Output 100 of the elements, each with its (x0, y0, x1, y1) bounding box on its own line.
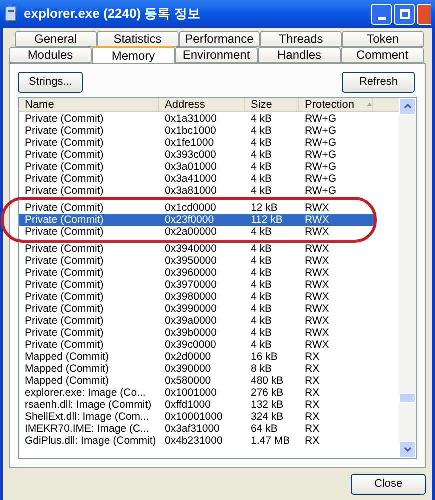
table-cell-text: RX (304, 423, 321, 435)
table-row[interactable]: Private (Commit) 0x39b0000 4 kB RWX (19, 327, 399, 339)
table-cell-text: 0x1fe1000 (164, 137, 216, 149)
table-row[interactable]: Mapped (Commit) 0x2d0000 16 kB RX (19, 351, 399, 363)
table-row[interactable]: Private (Commit) 0x39a0000 4 kB RWX (19, 315, 399, 327)
table-row[interactable]: Private (Commit) 0x3960000 4 kB RWX (19, 267, 399, 279)
table-cell-text: 0x39c0000 (164, 339, 218, 351)
table-row[interactable]: Private (Commit) 0x23f0000 112 kB RWX (19, 214, 374, 226)
tab[interactable]: Modules (9, 47, 92, 63)
table-row[interactable]: Private (Commit) 0x3940000 4 kB RWX (19, 243, 399, 255)
table-cell-text: RX (304, 375, 321, 387)
tab[interactable]: Performance (178, 31, 260, 47)
tab[interactable]: Memory (92, 46, 175, 63)
close-dialog-button[interactable]: Close (351, 474, 426, 495)
scroll-thumb[interactable] (399, 393, 416, 403)
table-row[interactable]: rsaenh.dll: Image (Commit) 0xffd1000 132 kB RX (19, 399, 399, 411)
table-cell-text: 0x3990000 (164, 303, 218, 315)
table-cell-text: Mapped (Commit) (24, 363, 110, 375)
table-cell-text: 0x390000 (164, 363, 212, 375)
table-cell-text: rsaenh.dll: Image (Commit) (24, 399, 153, 411)
table-row[interactable]: IMEKR70.IME: Image (C... 0x3af31000 64 kB RX (19, 423, 399, 435)
table-cell-text: 4 kB (250, 267, 274, 279)
table-cell-text: RW+G (304, 125, 338, 137)
table-cell-text: 4 kB (250, 279, 274, 291)
tab[interactable]: Token (342, 31, 424, 47)
table-cell-text: Private (Commit) (24, 327, 105, 339)
table-cell-text: 0x3940000 (164, 243, 218, 255)
table-cell-text: 324 kB (250, 411, 285, 423)
table-cell-text: Mapped (Commit) (24, 375, 110, 387)
table-row[interactable]: Private (Commit) 0x3a41000 4 kB RW+G (19, 173, 399, 185)
table-cell-text: 4 kB (250, 125, 274, 137)
table-cell-text: RWX (304, 267, 330, 279)
window-title: explorer.exe (2240) 등록 정보 (24, 5, 200, 24)
scroll-up-icon[interactable] (399, 98, 416, 115)
table-cell-text: 64 kB (250, 423, 279, 435)
table-cell-text: 0x39b0000 (164, 327, 218, 339)
table-row[interactable]: Private (Commit) 0x1cd0000 12 kB RWX (19, 202, 374, 214)
table-row[interactable]: Private (Commit) 0x1fe1000 4 kB RW+G (19, 137, 399, 149)
table-cell-text: RW+G (304, 161, 338, 173)
table-cell-text: 0x2d0000 (164, 351, 212, 363)
scrollbar[interactable] (399, 98, 416, 458)
table-row[interactable]: Private (Commit) 0x3990000 4 kB RWX (19, 303, 399, 315)
table-cell-text: RWX (304, 226, 330, 238)
table-row[interactable]: Private (Commit) 0x3950000 4 kB RWX (19, 255, 399, 267)
refresh-button[interactable]: Refresh (342, 72, 415, 93)
tab[interactable]: Handles (258, 47, 341, 63)
table-cell-text: RX (304, 351, 321, 363)
table-cell-text: RWX (304, 339, 330, 351)
table-row[interactable]: GdiPlus.dll: Image (Commit) 0x4b231000 1.47 MB RX (19, 435, 399, 447)
table-cell-text: 0x3af31000 (164, 423, 221, 435)
table-cell-text: RX (304, 387, 321, 399)
column-header[interactable]: Address (159, 98, 245, 111)
table-cell-text: 12 kB (250, 202, 279, 214)
table-cell-text: RWX (304, 255, 330, 267)
table-row[interactable]: ShellExt.dll: Image (Com... 0x10001000 324 kB RX (19, 411, 399, 423)
tab[interactable]: Environment (175, 47, 258, 63)
table-cell-text: 4 kB (250, 255, 274, 267)
table-cell-text: RW+G (304, 185, 338, 197)
table-cell-text: GdiPlus.dll: Image (Commit) (24, 435, 158, 447)
table-row[interactable]: Mapped (Commit) 0x390000 8 kB RX (19, 363, 399, 375)
tab[interactable]: General (15, 31, 97, 47)
table-cell-text: 0x3950000 (164, 255, 218, 267)
column-header[interactable]: Protection (299, 98, 373, 111)
table-cell-text: RX (304, 435, 321, 447)
table-row[interactable]: Mapped (Commit) 0x580000 480 kB RX (19, 375, 399, 387)
tab[interactable]: Threads (260, 31, 342, 47)
minimize-button[interactable] (371, 4, 392, 24)
table-row[interactable]: Private (Commit) 0x3a01000 4 kB RW+G (19, 161, 399, 173)
table-row[interactable]: Private (Commit) 0x1a31000 4 kB RW+G (19, 113, 399, 125)
table-row[interactable]: Private (Commit) 0x3980000 4 kB RWX (19, 291, 399, 303)
table-cell-text: 4 kB (250, 226, 274, 238)
table-cell-text: 8 kB (250, 363, 274, 375)
scroll-down-icon[interactable] (399, 441, 416, 458)
table-cell-text: Private (Commit) (24, 149, 105, 161)
table-row[interactable]: Private (Commit) 0x393c000 4 kB RW+G (19, 149, 399, 161)
table-cell-text: Private (Commit) (24, 267, 105, 279)
table-cell-text: 0x4b231000 (164, 435, 224, 447)
table-row[interactable]: Private (Commit) 0x3970000 4 kB RWX (19, 279, 399, 291)
table-row[interactable]: Private (Commit) 0x1bc1000 4 kB RW+G (19, 125, 399, 137)
column-header[interactable]: Size (245, 98, 299, 111)
tab[interactable]: Statistics (96, 31, 179, 47)
table-row[interactable]: Private (Commit) 0x39c0000 4 kB RWX (19, 339, 399, 351)
table-row[interactable]: Private (Commit) 0x2a00000 4 kB RWX (19, 226, 374, 238)
tab[interactable]: Comment (341, 47, 424, 63)
table-cell-text: explorer.exe: Image (Co... (24, 387, 147, 399)
table-cell-text: 0xffd1000 (164, 399, 212, 411)
table-row[interactable]: Private (Commit) 0x3a81000 4 kB RW+G (19, 185, 399, 197)
table-cell-text: 0x10001000 (164, 411, 224, 423)
table-cell-text: Mapped (Commit) (24, 351, 110, 363)
table-cell-text: RWX (304, 315, 330, 327)
table-cell-text: 0x1a31000 (164, 113, 218, 125)
strings-button[interactable]: Strings... (18, 72, 84, 93)
close-button[interactable] (417, 4, 431, 24)
column-header[interactable]: Name (19, 98, 159, 111)
maximize-button[interactable] (394, 4, 415, 24)
table-cell-text: Private (Commit) (24, 185, 105, 197)
table-cell-text: RW+G (304, 149, 338, 161)
table-cell-text: 0x1cd0000 (164, 202, 218, 214)
table-row[interactable]: explorer.exe: Image (Co... 0x1001000 276 kB RX (19, 387, 399, 399)
table-cell-text: Private (Commit) (24, 255, 105, 267)
